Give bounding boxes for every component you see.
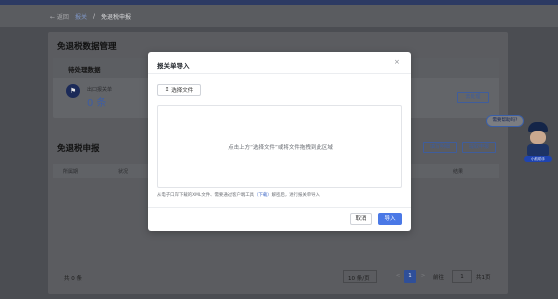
assistant-mascot[interactable]: 小航助手: [524, 122, 552, 162]
mascot-face: [530, 131, 546, 144]
page-size-select[interactable]: 10 条/页: [343, 270, 377, 283]
goto-page-input[interactable]: 1: [452, 270, 472, 283]
dialog-header: 报关单导入 ×: [148, 52, 411, 74]
column-header: 状况: [118, 169, 129, 175]
mascot-tag: 小航助手: [524, 156, 552, 162]
current-page[interactable]: 1: [404, 270, 416, 283]
customs-icon: ⚑: [66, 84, 80, 98]
prev-page-button[interactable]: <: [393, 270, 403, 283]
total-count: 共 0 条: [64, 276, 82, 282]
select-file-button[interactable]: ↥ 选择文件: [157, 84, 201, 96]
upload-icon: ↥: [164, 87, 170, 93]
dialog-footer-divider: [148, 207, 411, 208]
customs-label: 出口报关单: [87, 87, 113, 93]
drop-zone-text: 点击上方“选择文件”或将文件拖拽到此区域: [228, 145, 333, 151]
hint-text-after: 解密后，进行报关单导入: [271, 193, 320, 198]
column-header: 结果: [453, 169, 464, 175]
import-hint: 从电子口岸下载的XML文件、需要通过客户端工具（下载）解密后，进行报关单导入: [157, 192, 407, 198]
back-link[interactable]: ← 返回: [50, 12, 69, 21]
total-pages: 共1页: [476, 275, 491, 281]
process-button[interactable]: 去处理: [457, 92, 489, 103]
import-button[interactable]: 导入: [378, 213, 402, 225]
cancel-button[interactable]: 取消: [350, 213, 372, 225]
hint-text-before: 从电子口岸下载的XML文件、需要通过客户端工具: [157, 193, 255, 198]
customs-count: 0 条: [87, 98, 107, 109]
section-title-declaration: 免退税申报: [57, 144, 100, 154]
file-drop-zone[interactable]: 点击上方“选择文件”或将文件拖拽到此区域: [157, 105, 402, 188]
breadcrumb-current: 免退税申报: [100, 13, 131, 21]
fill-details-button[interactable]: 填写明细: [423, 142, 457, 153]
section-title-data-management: 免退税数据管理: [57, 42, 117, 52]
next-page-button[interactable]: >: [418, 270, 428, 283]
import-dialog: 报关单导入 × ↥ 选择文件 点击上方“选择文件”或将文件拖拽到此区域 从电子口…: [148, 52, 411, 231]
goto-label: 前往: [433, 275, 445, 281]
column-header: 所属期: [63, 169, 79, 175]
close-icon[interactable]: ×: [394, 58, 400, 66]
breadcrumb-link[interactable]: 报关: [75, 12, 87, 21]
extract-declaration-button[interactable]: 提取申报: [462, 142, 496, 153]
breadcrumb-separator: /: [92, 12, 95, 20]
download-link[interactable]: （下载）: [254, 193, 272, 198]
mascot-body: [527, 144, 549, 156]
select-file-label: 选择文件: [171, 88, 194, 94]
help-bubble[interactable]: 需要帮助吗?: [486, 115, 524, 127]
dialog-title: 报关单导入: [157, 62, 190, 70]
breadcrumb: ← 返回 报关 / 免退税申报: [0, 5, 558, 27]
